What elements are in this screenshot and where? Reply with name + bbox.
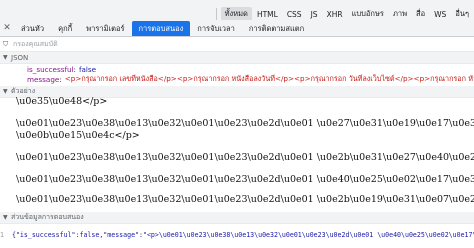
- filter-js[interactable]: JS: [307, 9, 322, 20]
- preview-line: \u0e01\u0e23\u0e38\u0e13\u0e32\u0e01\u0e…: [16, 174, 474, 185]
- tab-cookies[interactable]: คุกกี้: [51, 21, 79, 36]
- filter-icon: ⛉: [3, 39, 9, 48]
- filter-ws[interactable]: WS: [430, 9, 450, 20]
- collapse-triangle-icon: ▼: [3, 214, 8, 221]
- toolbar-divider: [215, 8, 217, 20]
- tab-stack-trace[interactable]: การติดตามสแตก: [242, 21, 311, 36]
- tab-timings[interactable]: การจับเวลา: [190, 21, 242, 36]
- filter-images[interactable]: ภาพ: [389, 7, 411, 21]
- filter-html[interactable]: HTML: [253, 9, 282, 20]
- json-colon: :: [73, 65, 76, 74]
- filter-all[interactable]: ทั้งหมด: [220, 7, 252, 21]
- json-colon: :: [59, 75, 62, 84]
- preview-line: \u0e35\u0e48</p>: [16, 96, 108, 107]
- filter-fonts[interactable]: แบบอักษร: [348, 7, 388, 21]
- json-section-title: JSON: [11, 53, 29, 62]
- json-key: message: [27, 75, 60, 84]
- json-row[interactable]: message : <p>กรุณากรอก เลขที่หนังสือ</p>…: [0, 74, 474, 85]
- raw-line-continuation: [0, 241, 474, 248]
- filter-css[interactable]: CSS: [283, 9, 306, 20]
- tab-headers[interactable]: ส่วนหัว: [14, 21, 51, 36]
- preview-line: \u0e01\u0e23\u0e38\u0e13\u0e32\u0e01\u0e…: [16, 194, 474, 205]
- request-details-tabs: ✕ ส่วนหัว คุกกี้ พารามิเตอร์ การตอบสนอง …: [0, 20, 474, 37]
- raw-line: 1 {"is_successful":false,"message":"<p>\…: [0, 229, 474, 241]
- preview-line: \u0e0b\u0e15\u0e4c</p>: [16, 130, 140, 141]
- raw-response-section-header[interactable]: ▼ ส่วนข้อมูลการตอบสนอง: [0, 212, 474, 224]
- json-value: <p>กรุณากรอก เลขที่หนังสือ</p><p>กรุณากร…: [64, 74, 474, 83]
- property-filter-bar: ⛉ กรองคุณสมบัติ: [0, 37, 474, 52]
- json-section-header[interactable]: ▼ JSON: [0, 52, 474, 64]
- raw-section-title: ส่วนข้อมูลการตอบสนอง: [11, 213, 84, 221]
- filter-other[interactable]: อื่นๆ: [451, 7, 473, 21]
- filter-xhr[interactable]: XHR: [323, 9, 347, 20]
- raw-response-editor[interactable]: 1 {"is_successful":false,"message":"<p>\…: [0, 226, 474, 248]
- preview-line: \u0e01\u0e23\u0e38\u0e13\u0e32\u0e01\u0e…: [16, 118, 474, 129]
- response-preview: \u0e35\u0e48</p> \u0e01\u0e23\u0e38\u0e1…: [0, 92, 474, 207]
- request-type-filter: ทั้งหมด HTML CSS JS XHR แบบอักษร ภาพ สื่…: [215, 7, 474, 21]
- filter-media[interactable]: สื่อ: [412, 7, 429, 21]
- raw-response-text: {"is_successful":false,"message":"<p>\u0…: [11, 231, 474, 239]
- line-number: 1: [0, 231, 4, 239]
- close-panel-icon[interactable]: ✕: [0, 20, 14, 36]
- tab-params[interactable]: พารามิเตอร์: [79, 21, 131, 36]
- preview-line: \u0e01\u0e23\u0e38\u0e13\u0e32\u0e01\u0e…: [16, 152, 474, 163]
- json-value: false: [78, 65, 97, 74]
- collapse-triangle-icon: ▼: [3, 54, 8, 61]
- json-key: is_successful: [27, 65, 74, 74]
- filter-properties-input[interactable]: กรองคุณสมบัติ: [13, 39, 58, 50]
- tab-response[interactable]: การตอบสนอง: [131, 21, 191, 36]
